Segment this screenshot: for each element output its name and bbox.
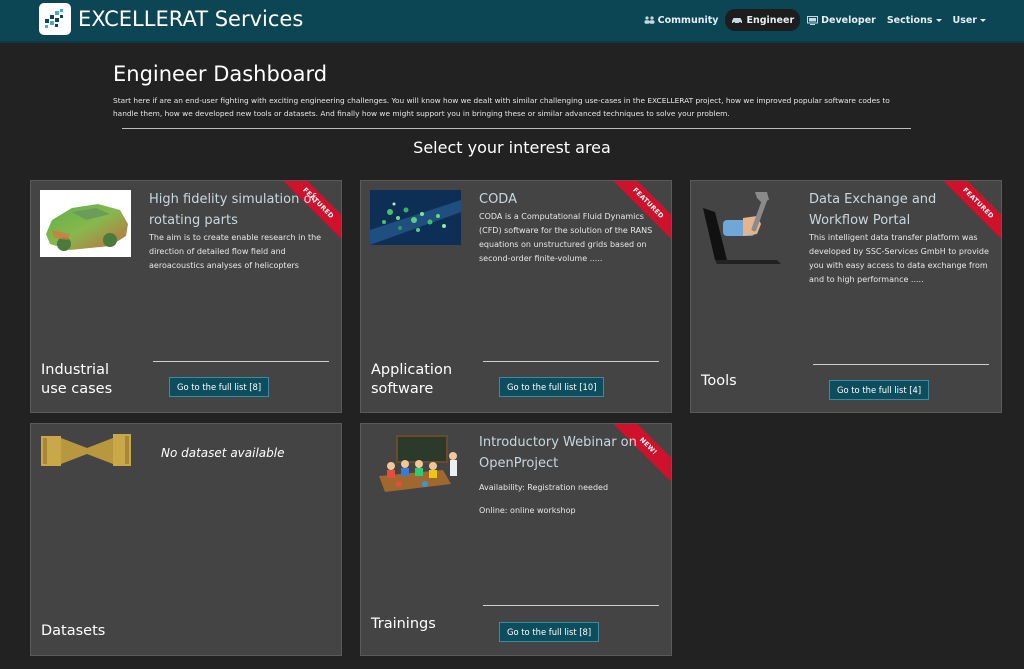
- section-subtitle: Select your interest area: [413, 138, 611, 157]
- card-application-software[interactable]: FEATURED CODA CODA is a Computational Fl…: [360, 180, 672, 413]
- card-datasets[interactable]: No dataset available Datasets: [30, 423, 342, 656]
- card-divider: [483, 605, 659, 606]
- nav-item-community[interactable]: Community: [640, 9, 723, 31]
- intro-text: Start here if are an end-user fighting w…: [113, 96, 890, 118]
- card-title[interactable]: CODA: [479, 189, 649, 210]
- page-title: Engineer Dashboard: [113, 62, 328, 86]
- nav-label-developer: Developer: [821, 14, 876, 26]
- nav-item-engineer[interactable]: Engineer: [725, 9, 801, 31]
- chevron-down-icon: [935, 18, 942, 22]
- empty-state-text: No dataset available: [161, 446, 285, 460]
- card-trainings[interactable]: NEW! Introductory Webinar on OpenProject…: [360, 423, 672, 656]
- card-divider: [813, 364, 989, 365]
- chevron-down-icon: [980, 18, 986, 22]
- full-list-button[interactable]: Go to the full list [10]: [499, 377, 605, 397]
- community-icon: [644, 16, 655, 24]
- full-list-button[interactable]: Go to the full list [4]: [829, 380, 930, 400]
- classroom-image[interactable]: [373, 434, 463, 498]
- category-label: Application software: [371, 362, 453, 397]
- nav-label-engineer: Engineer: [746, 14, 795, 26]
- nav-label-sections: Sections: [886, 14, 933, 26]
- card-title[interactable]: Data Exchange and Workflow Portal: [809, 189, 979, 231]
- top-navbar: EXCELLERAT Services Community Engineer D…: [0, 0, 1024, 43]
- brand[interactable]: EXCELLERAT Services: [39, 3, 303, 35]
- car-icon: [731, 16, 743, 24]
- monitor-icon: [807, 15, 819, 25]
- card-title[interactable]: High fidelity simulation of rotating par…: [149, 189, 319, 231]
- card-tools[interactable]: FEATURED Data Exchange and Workflow Port…: [690, 180, 1002, 413]
- availability-text: Availability: Registration needed: [479, 483, 609, 492]
- nav-item-user[interactable]: User: [949, 9, 991, 31]
- nav-label-user: User: [952, 14, 978, 26]
- category-label: Datasets: [41, 623, 106, 639]
- category-label: Tools: [701, 373, 737, 389]
- nav-item-developer[interactable]: Developer: [803, 9, 880, 31]
- laptop-wrench-image[interactable]: [697, 190, 783, 272]
- full-list-button[interactable]: Go to the full list [8]: [169, 377, 270, 397]
- full-list-button[interactable]: Go to the full list [8]: [499, 622, 600, 642]
- card-description: This intelligent data transfer platform …: [809, 233, 989, 284]
- data-funnel-image[interactable]: [41, 434, 133, 468]
- category-label: Industrial use cases: [41, 362, 113, 397]
- nav-label-community: Community: [657, 14, 719, 26]
- car-simulation-image[interactable]: [40, 190, 131, 257]
- brand-name: EXCELLERAT Services: [78, 7, 304, 31]
- card-industrial-use-cases[interactable]: FEATURED High fidelity simulation of rot…: [30, 180, 342, 413]
- nav-menu: Community Engineer Developer Sections Us…: [637, 9, 990, 31]
- card-description: CODA is a Computational Fluid Dynamics (…: [479, 212, 653, 263]
- category-label: Trainings: [371, 616, 436, 632]
- divider: [122, 128, 911, 129]
- card-description: The aim is to create enable research in …: [149, 233, 322, 270]
- card-divider: [483, 361, 659, 362]
- card-title[interactable]: Introductory Webinar on OpenProject: [479, 432, 649, 474]
- dots-logo-icon: [39, 3, 71, 35]
- online-text: Online: online workshop: [479, 506, 576, 515]
- cfd-flow-image[interactable]: [370, 190, 461, 245]
- nav-item-sections[interactable]: Sections: [883, 9, 946, 31]
- card-divider: [153, 361, 329, 362]
